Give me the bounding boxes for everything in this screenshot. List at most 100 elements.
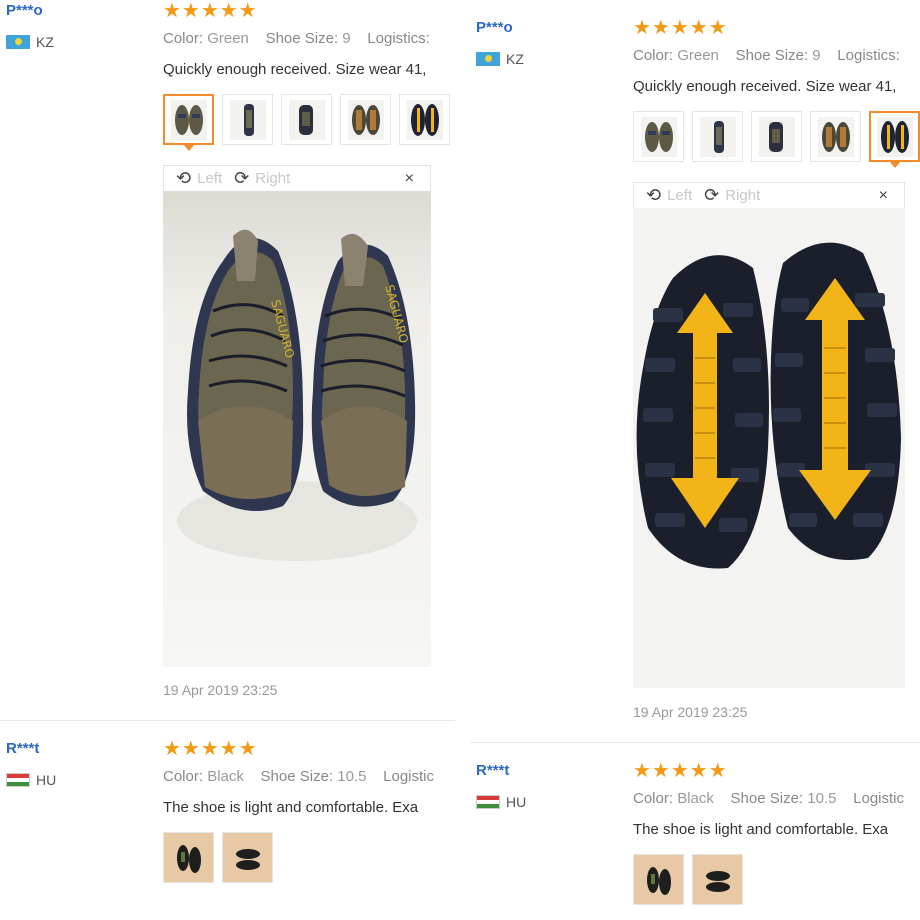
kz-flag-icon — [476, 52, 500, 66]
review-properties: Color: Black Shoe Size: 10.5 Logistic — [633, 790, 904, 807]
rotate-left-icon: ⟲ — [646, 185, 662, 205]
shoe-side-thumbnail-icon — [288, 99, 325, 140]
color-label: Color: — [633, 47, 674, 64]
photo-thumbnail-5[interactable] — [399, 94, 450, 145]
country-code: HU — [36, 772, 57, 788]
photo-thumbnail-1[interactable] — [633, 854, 684, 905]
size-value: 9 — [812, 47, 821, 64]
review-properties: Color: Black Shoe Size: 10.5 Logistic — [163, 768, 434, 785]
rotate-right-button[interactable]: ⟳ Right — [234, 168, 290, 189]
photo-thumbnail-5[interactable] — [869, 111, 920, 168]
photo-thumbnail-1[interactable] — [163, 832, 214, 883]
photo-thumbnail-2[interactable] — [222, 94, 273, 145]
rating-stars: ★★★★★ — [633, 17, 728, 39]
close-icon[interactable]: × — [405, 170, 414, 188]
review-text: The shoe is light and comfortable. Exa — [163, 799, 419, 816]
image-viewer-toolbar: ⟲ Left ⟳ Right × — [163, 165, 431, 191]
reviewer-name[interactable]: R***t — [476, 762, 509, 779]
country-code: HU — [506, 794, 527, 810]
shoe-side-thumbnail-icon — [699, 116, 736, 157]
review-panel-left: P***o KZ ★★★★★ Color: Green Shoe Size: 9… — [0, 0, 455, 920]
reviewer-name[interactable]: R***t — [6, 740, 39, 757]
photo-thumbnails — [633, 111, 920, 168]
review-photo-large — [633, 208, 905, 688]
black-shoes-thumbnail-icon — [170, 837, 207, 878]
size-value: 9 — [342, 30, 351, 47]
shoe-soles-image — [633, 208, 905, 688]
shoe-pair-thumbnail-icon — [347, 99, 384, 140]
review-photo-large: SAGUARO SAGUARO — [163, 191, 431, 667]
rating-stars: ★★★★★ — [633, 760, 728, 782]
rotate-left-button[interactable]: ⟲ Left — [176, 168, 222, 189]
reviewer-name[interactable]: P***o — [6, 2, 43, 19]
shoe-side-thumbnail-icon — [229, 99, 266, 140]
photo-thumbnail-3[interactable] — [281, 94, 332, 145]
close-icon[interactable]: × — [879, 187, 888, 205]
reviewer-country: KZ — [476, 51, 524, 67]
rotate-left-label: Left — [667, 187, 693, 204]
reviewer-country: HU — [6, 772, 56, 788]
review-text: The shoe is light and comfortable. Exa — [633, 821, 889, 838]
rotate-right-label: Right — [725, 187, 761, 204]
hu-flag-icon — [476, 795, 500, 809]
reviewer-country: KZ — [6, 34, 54, 50]
review-properties: Color: Green Shoe Size: 9 Logistics: — [633, 47, 900, 64]
photo-thumbnail-3[interactable] — [751, 111, 802, 162]
size-label: Shoe Size: — [730, 790, 804, 807]
reviewer-country: HU — [476, 794, 526, 810]
shoe-side-thumbnail-icon — [758, 116, 795, 157]
rotate-right-label: Right — [255, 170, 291, 187]
review-date: 19 Apr 2019 23:25 — [163, 682, 278, 698]
black-shoes-thumbnail-icon — [229, 837, 266, 878]
shoe-pair-thumbnail-icon — [817, 116, 854, 157]
shoe-sole-thumbnail-icon — [876, 116, 913, 157]
review-divider — [470, 742, 920, 743]
photo-thumbnails — [163, 94, 450, 151]
review-panel-right: P***o KZ ★★★★★ Color: Green Shoe Size: 9… — [470, 17, 920, 920]
photo-thumbnail-2[interactable] — [692, 854, 743, 905]
country-code: KZ — [506, 51, 524, 67]
rotate-right-icon: ⟳ — [704, 185, 720, 205]
size-label: Shoe Size: — [265, 30, 339, 47]
review-divider — [0, 720, 455, 721]
rotate-left-button[interactable]: ⟲ Left — [646, 185, 692, 206]
photo-thumbnail-1[interactable] — [633, 111, 684, 162]
color-value: Black — [677, 790, 714, 807]
size-label: Shoe Size: — [260, 768, 334, 785]
logistics-label: Logistic — [853, 790, 904, 807]
reviewer-name[interactable]: P***o — [476, 19, 513, 36]
shoe-top-thumbnail-icon — [170, 99, 207, 140]
rotate-right-button[interactable]: ⟳ Right — [704, 185, 760, 206]
color-value: Green — [207, 30, 249, 47]
photo-thumbnails — [633, 854, 743, 905]
rating-stars: ★★★★★ — [163, 738, 258, 760]
logistics-label: Logistics: — [367, 30, 430, 47]
photo-thumbnail-4[interactable] — [340, 94, 391, 145]
photo-thumbnail-2[interactable] — [222, 832, 273, 883]
color-label: Color: — [163, 30, 204, 47]
photo-thumbnail-1[interactable] — [163, 94, 214, 151]
size-label: Shoe Size: — [735, 47, 809, 64]
rotate-left-label: Left — [197, 170, 223, 187]
rating-stars: ★★★★★ — [163, 0, 258, 22]
photo-thumbnail-4[interactable] — [810, 111, 861, 162]
review-text: Quickly enough received. Size wear 41, — [633, 78, 897, 95]
color-label: Color: — [633, 790, 674, 807]
hu-flag-icon — [6, 773, 30, 787]
color-value: Green — [677, 47, 719, 64]
black-shoes-thumbnail-icon — [640, 859, 677, 900]
review-text: Quickly enough received. Size wear 41, — [163, 61, 427, 78]
size-value: 10.5 — [337, 768, 367, 785]
photo-thumbnails — [163, 832, 273, 883]
review-date: 19 Apr 2019 23:25 — [633, 704, 748, 720]
shoe-top-thumbnail-icon — [640, 116, 677, 157]
rotate-right-icon: ⟳ — [234, 168, 250, 188]
country-code: KZ — [36, 34, 54, 50]
logistics-label: Logistic — [383, 768, 434, 785]
kz-flag-icon — [6, 35, 30, 49]
photo-thumbnail-2[interactable] — [692, 111, 743, 162]
review-properties: Color: Green Shoe Size: 9 Logistics: — [163, 30, 430, 47]
image-viewer-toolbar: ⟲ Left ⟳ Right × — [633, 182, 905, 208]
color-label: Color: — [163, 768, 204, 785]
rotate-left-icon: ⟲ — [176, 168, 192, 188]
